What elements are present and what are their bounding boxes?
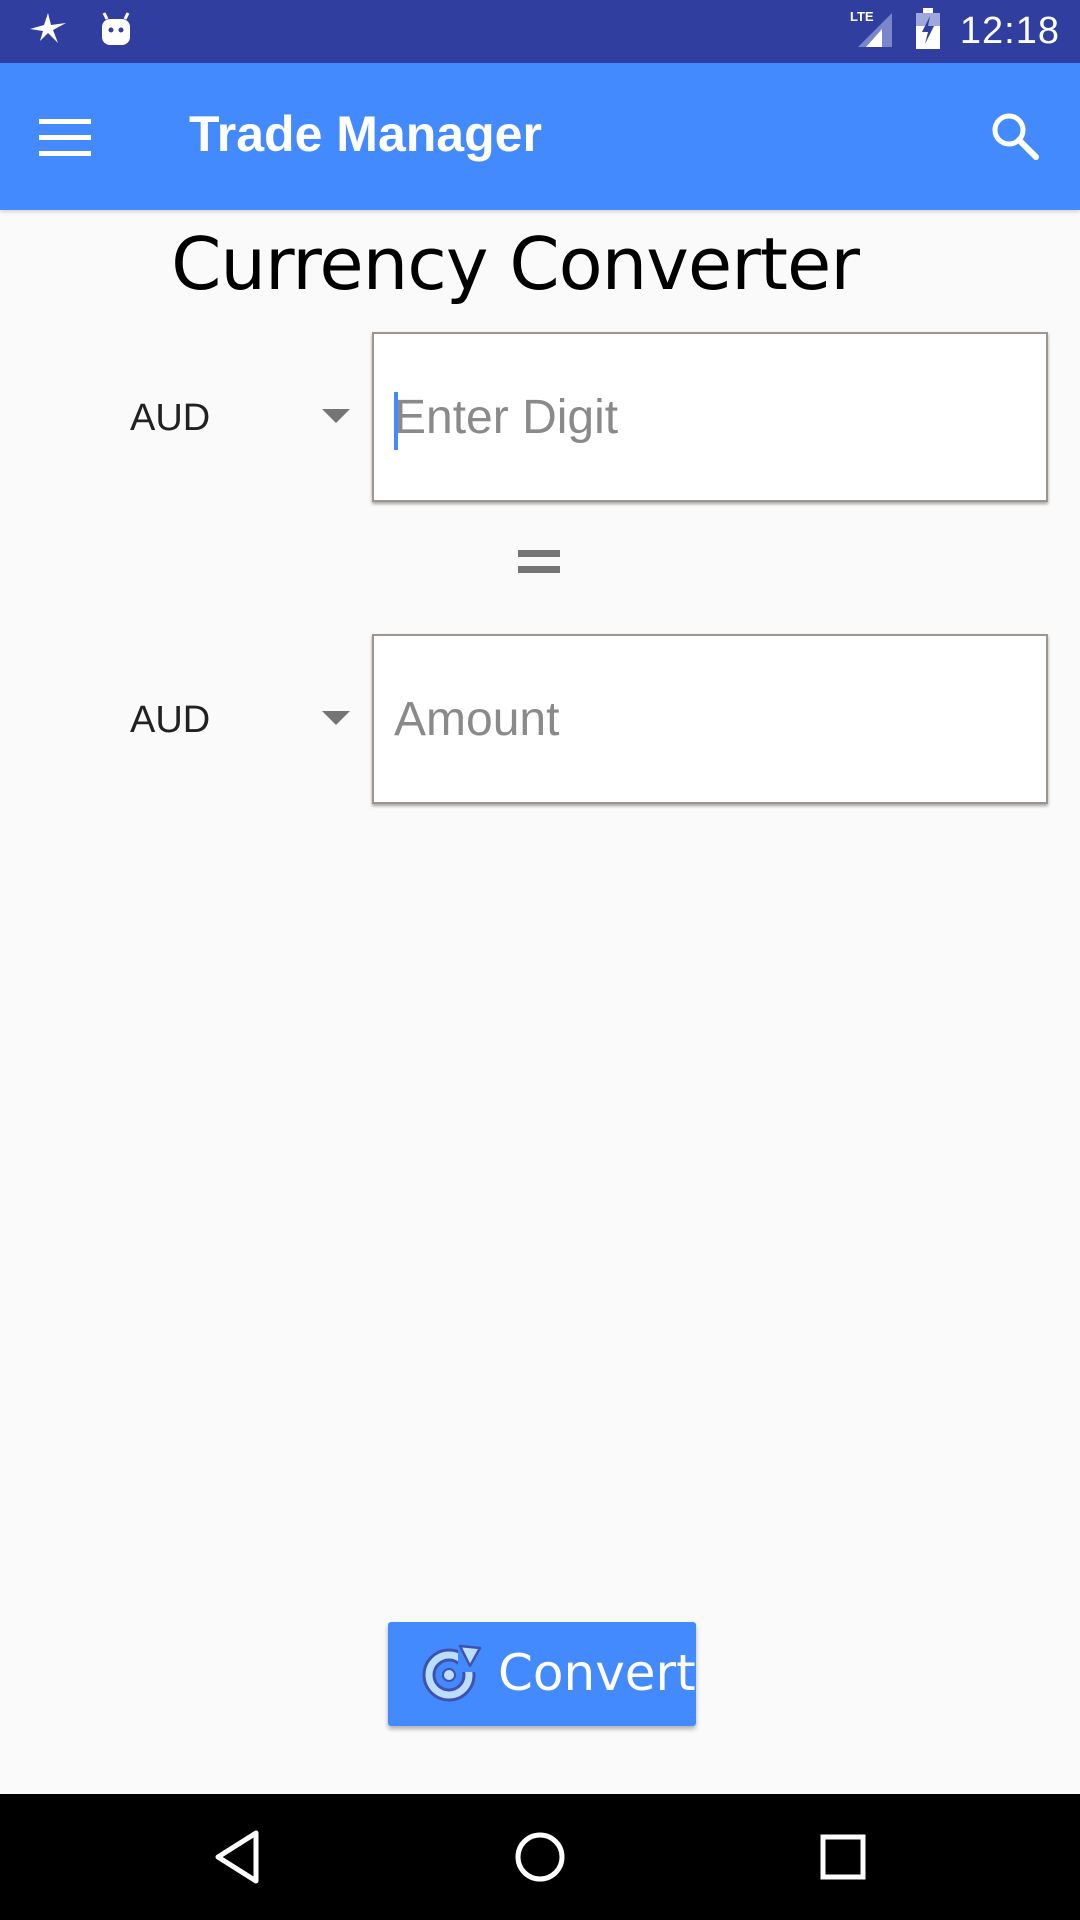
from-currency-select[interactable]: AUD: [130, 378, 360, 458]
navigation-bar: [0, 1794, 1080, 1920]
home-icon[interactable]: [505, 1822, 575, 1892]
status-bar: LTE 12:18: [0, 0, 1080, 63]
android-notification-icon: [98, 11, 134, 52]
equals-icon: [518, 550, 560, 582]
status-time: 12:18: [959, 10, 1060, 52]
refresh-convert-icon: [418, 1640, 484, 1706]
battery-charging-icon: [914, 8, 942, 55]
page-title: Currency Converter: [171, 222, 860, 306]
from-currency-label: AUD: [130, 396, 211, 439]
from-input-box: [372, 332, 1048, 502]
lte-signal-icon: LTE: [848, 7, 896, 56]
lte-label: LTE: [850, 9, 874, 24]
back-icon[interactable]: [202, 1822, 272, 1892]
hamburger-menu-icon[interactable]: [30, 103, 100, 173]
to-input-box: [372, 634, 1048, 804]
search-icon[interactable]: [980, 101, 1050, 171]
to-currency-select[interactable]: AUD: [130, 680, 360, 760]
amount-input[interactable]: [394, 636, 1034, 802]
app-title: Trade Manager: [189, 106, 542, 162]
bird-notification-icon: [28, 11, 68, 52]
text-cursor: [394, 392, 398, 450]
to-currency-label: AUD: [130, 698, 211, 741]
app-bar: Trade Manager: [0, 63, 1080, 210]
screen: LTE 12:18 Trade Manager Currency Convert…: [0, 0, 1080, 1920]
chevron-down-icon: [322, 711, 350, 725]
convert-button[interactable]: Convert: [388, 1622, 696, 1726]
enter-digit-input[interactable]: [394, 334, 1034, 500]
recents-icon[interactable]: [808, 1822, 878, 1892]
chevron-down-icon: [322, 409, 350, 423]
convert-button-label: Convert: [498, 1644, 696, 1702]
